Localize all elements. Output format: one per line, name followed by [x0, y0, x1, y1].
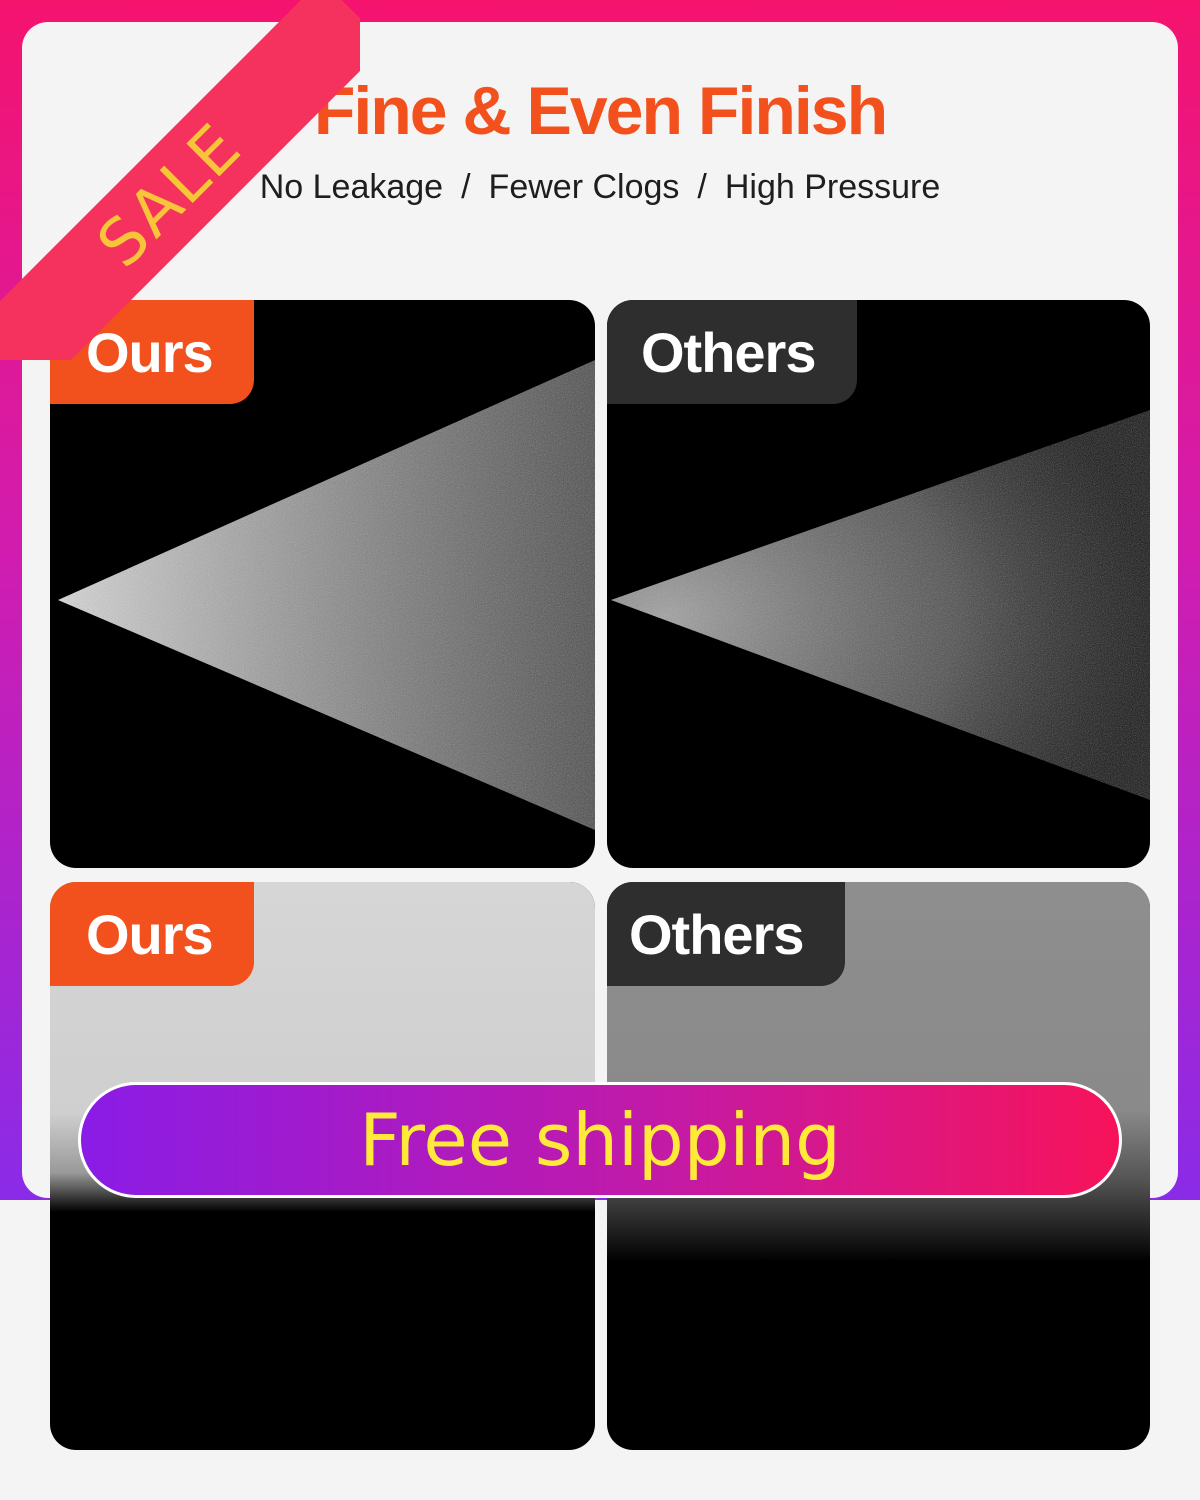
others-spray-panel: Others — [607, 300, 1150, 868]
separator: / — [461, 168, 471, 206]
ours-tag: Ours — [50, 882, 254, 986]
others-tag: Others — [607, 882, 845, 986]
others-tag: Others — [607, 300, 857, 404]
feature-high-pressure: High Pressure — [724, 168, 941, 206]
separator: / — [697, 168, 707, 206]
sale-label: SALE — [83, 109, 257, 283]
free-shipping-label: Free shipping — [359, 1098, 841, 1182]
free-shipping-banner: Free shipping — [78, 1082, 1122, 1198]
sale-ribbon: SALE — [0, 0, 360, 360]
ours-spray-panel: Ours — [50, 300, 595, 868]
feature-fewer-clogs: Fewer Clogs — [488, 168, 680, 206]
